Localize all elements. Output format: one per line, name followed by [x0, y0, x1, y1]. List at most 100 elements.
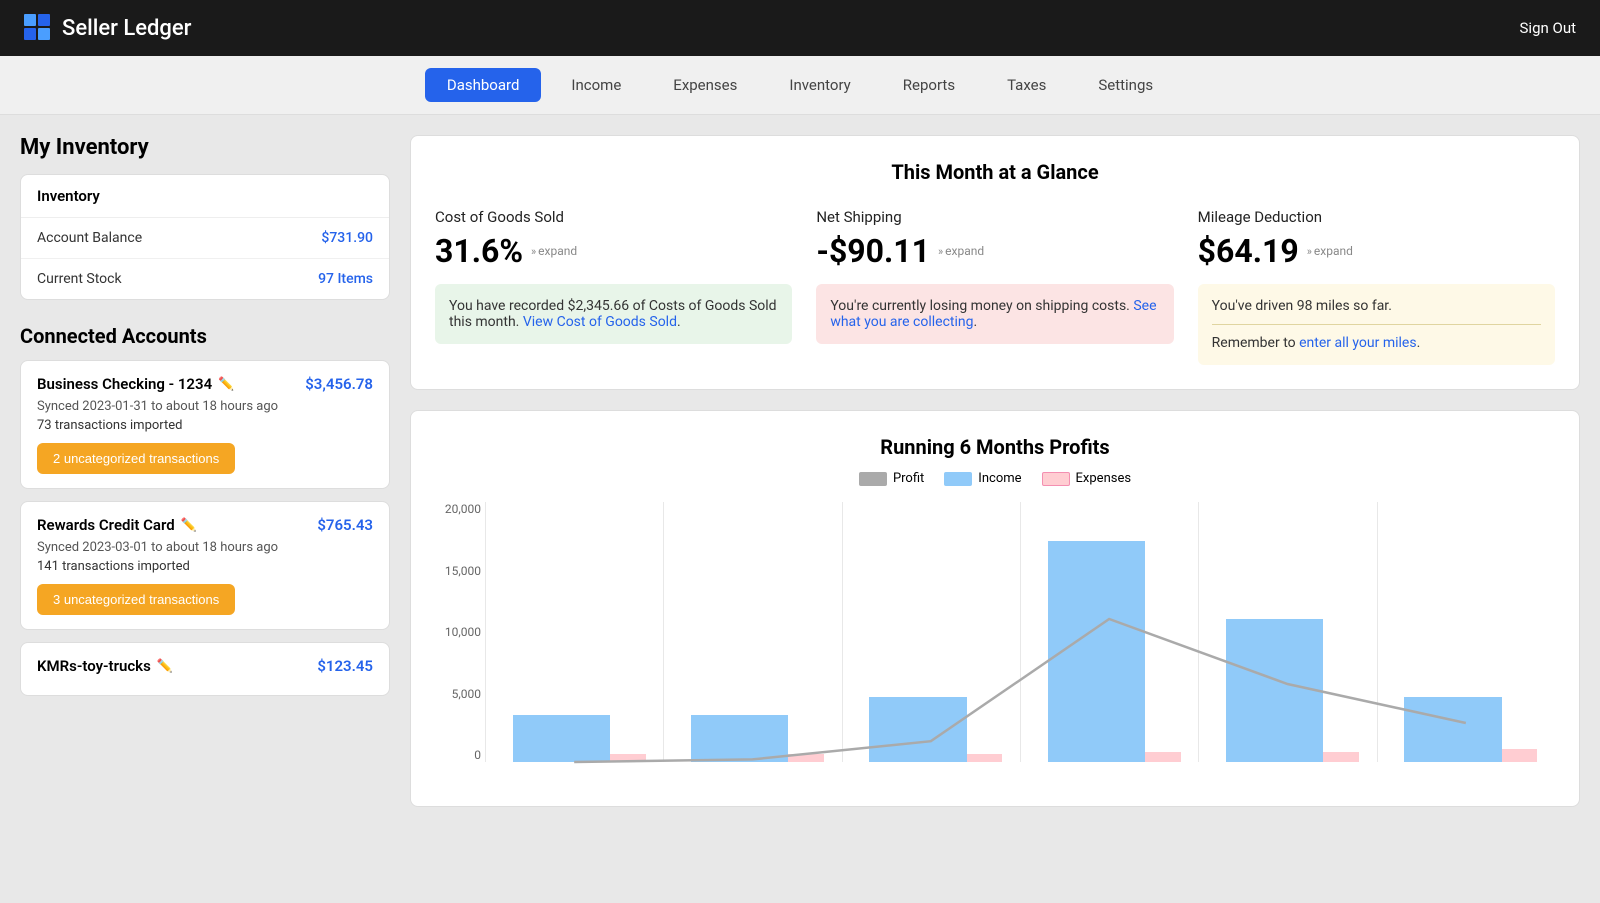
legend-expenses: Expenses [1042, 471, 1132, 486]
account-card-credit: Rewards Credit Card ✏️ $765.43 Synced 20… [20, 501, 390, 630]
glance-title: This Month at a Glance [435, 160, 1555, 184]
legend-profit-color [859, 472, 887, 486]
sign-out-button[interactable]: Sign Out [1520, 19, 1576, 37]
account-transactions-checking: 73 transactions imported [37, 418, 373, 433]
account-header-kmrs: KMRs-toy-trucks ✏️ $123.45 [37, 657, 373, 675]
logo: Seller Ledger [24, 14, 191, 42]
y-axis: 20,000 15,000 10,000 5,000 0 [435, 502, 481, 762]
chart-area: 20,000 15,000 10,000 5,000 0 [435, 502, 1555, 782]
current-stock-label: Current Stock [37, 271, 122, 287]
chart-column-5 [1377, 502, 1555, 762]
account-balance-checking[interactable]: $3,456.78 [305, 375, 373, 393]
expense-bar-1 [788, 754, 823, 762]
nav-reports[interactable]: Reports [881, 68, 977, 102]
account-transactions-credit: 141 transactions imported [37, 559, 373, 574]
legend-expenses-color [1042, 472, 1070, 486]
legend-income-color [944, 472, 972, 486]
glance-mileage-value: $64.19 » expand [1198, 232, 1555, 270]
chart-title: Running 6 Months Profits [435, 435, 1555, 459]
expense-bar-5 [1502, 749, 1537, 762]
chart-legend: Profit Income Expenses [435, 471, 1555, 486]
expense-bar-3 [1145, 752, 1180, 762]
income-bar-0 [513, 715, 611, 762]
uncategorized-btn-checking[interactable]: 2 uncategorized transactions [37, 443, 235, 474]
view-cogs-link[interactable]: View Cost of Goods Sold [523, 314, 677, 330]
chart-column-0 [485, 502, 663, 762]
chart-column-4 [1198, 502, 1376, 762]
inventory-box: Inventory Account Balance $731.90 Curren… [20, 174, 390, 300]
account-balance-row: Account Balance $731.90 [21, 218, 389, 259]
chart-inner [485, 502, 1555, 762]
account-header-credit: Rewards Credit Card ✏️ $765.43 [37, 516, 373, 534]
account-sync-checking: Synced 2023-01-31 to about 18 hours ago [37, 399, 373, 414]
nav-settings[interactable]: Settings [1076, 68, 1175, 102]
account-balance-credit[interactable]: $765.43 [317, 516, 373, 534]
nav-inventory[interactable]: Inventory [767, 68, 872, 102]
glance-mileage: Mileage Deduction $64.19 » expand You've… [1198, 208, 1555, 365]
income-bar-4 [1226, 619, 1324, 762]
edit-kmrs-icon[interactable]: ✏️ [157, 659, 173, 674]
edit-checking-icon[interactable]: ✏️ [218, 377, 234, 392]
expense-bar-4 [1323, 752, 1358, 762]
account-header-checking: Business Checking - 1234 ✏️ $3,456.78 [37, 375, 373, 393]
app-header: Seller Ledger Sign Out [0, 0, 1600, 56]
glance-cogs: Cost of Goods Sold 31.6% » expand You ha… [435, 208, 792, 365]
legend-expenses-label: Expenses [1076, 471, 1132, 486]
legend-income: Income [944, 471, 1021, 486]
glance-card: This Month at a Glance Cost of Goods Sol… [410, 135, 1580, 390]
main-content: My Inventory Inventory Account Balance $… [0, 115, 1600, 903]
edit-credit-icon[interactable]: ✏️ [181, 518, 197, 533]
account-card-checking: Business Checking - 1234 ✏️ $3,456.78 Sy… [20, 360, 390, 489]
current-stock-value[interactable]: 97 Items [318, 271, 373, 287]
glance-mileage-box: You've driven 98 miles so far. Remember … [1198, 284, 1555, 365]
logo-icon [24, 14, 52, 42]
legend-profit: Profit [859, 471, 924, 486]
chart-card: Running 6 Months Profits Profit Income E… [410, 410, 1580, 807]
chart-column-3 [1020, 502, 1198, 762]
chart-column-2 [842, 502, 1020, 762]
glance-cogs-expand[interactable]: » expand [531, 244, 577, 258]
income-bar-3 [1048, 541, 1146, 762]
nav-income[interactable]: Income [549, 68, 643, 102]
income-bar-2 [869, 697, 967, 762]
account-card-kmrs: KMRs-toy-trucks ✏️ $123.45 [20, 642, 390, 696]
current-stock-row: Current Stock 97 Items [21, 259, 389, 299]
nav-expenses[interactable]: Expenses [651, 68, 759, 102]
glance-shipping-expand[interactable]: » expand [938, 244, 984, 258]
glance-shipping: Net Shipping -$90.11 » expand You're cur… [816, 208, 1173, 365]
income-bar-5 [1404, 697, 1502, 762]
uncategorized-btn-credit[interactable]: 3 uncategorized transactions [37, 584, 235, 615]
account-sync-credit: Synced 2023-03-01 to about 18 hours ago [37, 540, 373, 555]
glance-shipping-value: -$90.11 » expand [816, 232, 1173, 270]
account-balance-kmrs[interactable]: $123.45 [317, 657, 373, 675]
account-name-checking: Business Checking - 1234 ✏️ [37, 375, 234, 393]
app-title: Seller Ledger [62, 16, 191, 41]
expense-bar-2 [967, 754, 1002, 762]
connected-accounts-title: Connected Accounts [20, 324, 390, 348]
glance-mileage-expand[interactable]: » expand [1307, 244, 1353, 258]
glance-shipping-box: You're currently losing money on shippin… [816, 284, 1173, 344]
account-name-credit: Rewards Credit Card ✏️ [37, 516, 197, 534]
legend-profit-label: Profit [893, 471, 924, 486]
inventory-box-header: Inventory [21, 175, 389, 218]
miles-link[interactable]: enter all your miles [1299, 335, 1416, 351]
sidebar: My Inventory Inventory Account Balance $… [20, 135, 410, 883]
glance-shipping-label: Net Shipping [816, 208, 1173, 226]
account-name-kmrs: KMRs-toy-trucks ✏️ [37, 657, 173, 675]
shipping-link[interactable]: See what you are collecting [830, 298, 1156, 330]
legend-income-label: Income [978, 471, 1021, 486]
expense-bar-0 [610, 754, 645, 762]
glance-grid: Cost of Goods Sold 31.6% » expand You ha… [435, 208, 1555, 365]
glance-cogs-value: 31.6% » expand [435, 232, 792, 270]
nav-dashboard[interactable]: Dashboard [425, 68, 542, 102]
chart-column-1 [663, 502, 841, 762]
glance-cogs-label: Cost of Goods Sold [435, 208, 792, 226]
nav-taxes[interactable]: Taxes [985, 68, 1068, 102]
account-balance-value[interactable]: $731.90 [321, 230, 373, 246]
right-content: This Month at a Glance Cost of Goods Sol… [410, 135, 1580, 883]
my-inventory-title: My Inventory [20, 135, 390, 160]
account-balance-label: Account Balance [37, 230, 142, 246]
income-bar-1 [691, 715, 789, 762]
glance-mileage-label: Mileage Deduction [1198, 208, 1555, 226]
glance-cogs-box: You have recorded $2,345.66 of Costs of … [435, 284, 792, 344]
